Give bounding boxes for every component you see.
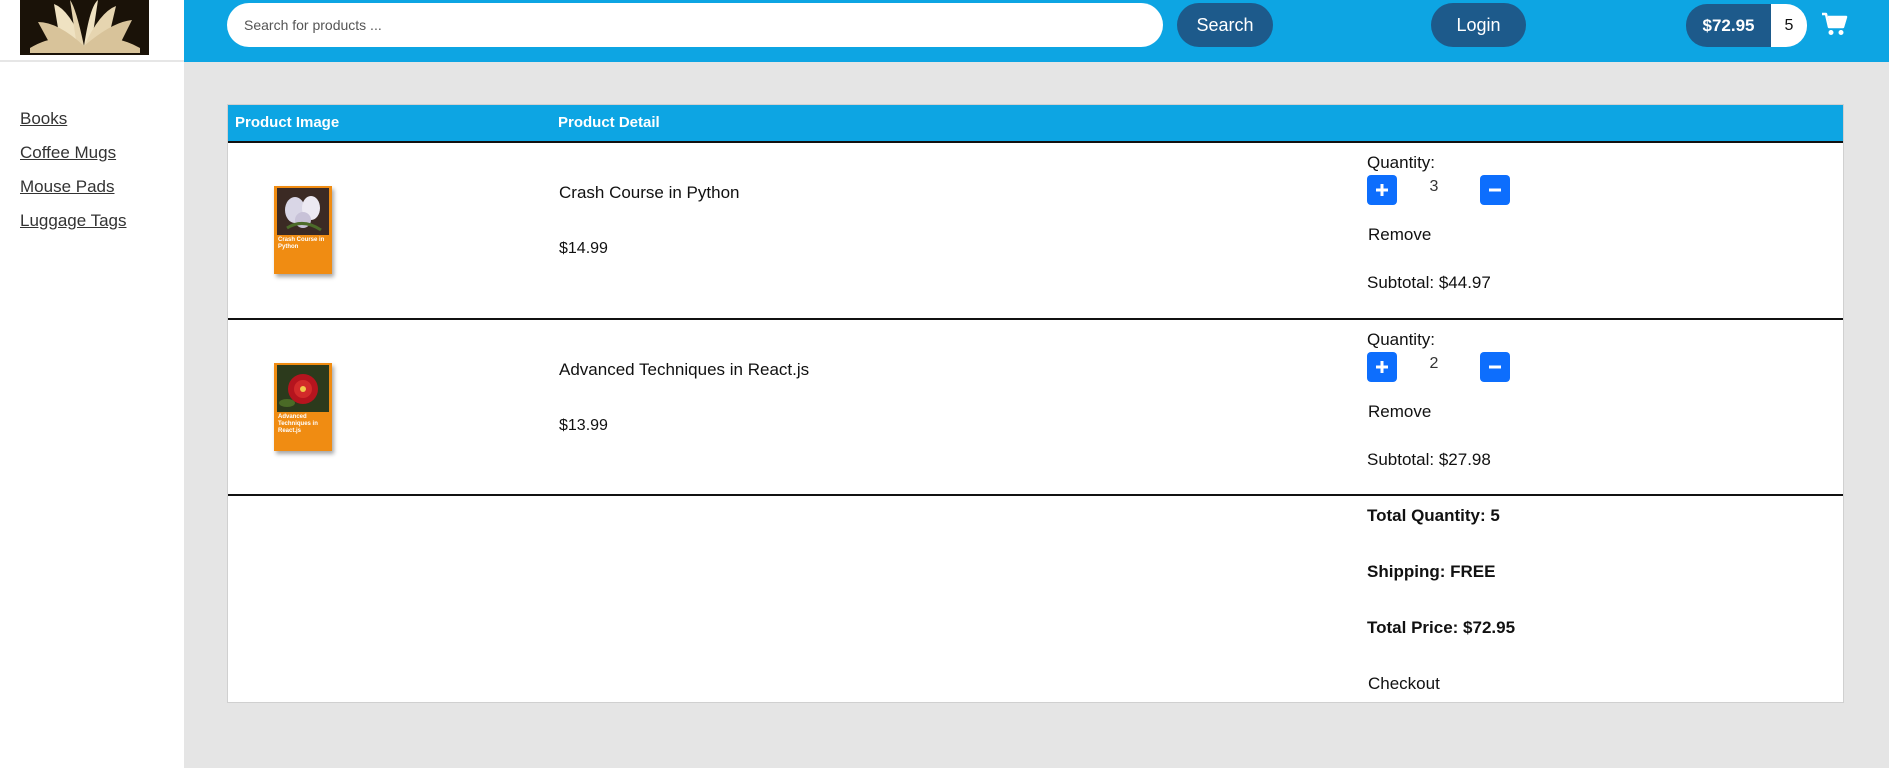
table-header: Product Image Product Detail bbox=[228, 105, 1843, 141]
item-subtotal: Subtotal: $27.98 bbox=[1367, 450, 1491, 469]
cart-count-badge[interactable]: 5 bbox=[1771, 4, 1807, 47]
shipping-info: Shipping: FREE bbox=[1367, 562, 1496, 581]
sidebar-link-books[interactable]: Books bbox=[20, 109, 67, 128]
decrease-quantity-button[interactable] bbox=[1480, 352, 1510, 382]
search-input[interactable] bbox=[227, 3, 1163, 47]
book-cover-title: Advanced Techniques in React.js bbox=[278, 414, 318, 434]
increase-quantity-button[interactable] bbox=[1367, 352, 1397, 382]
shopping-cart-icon[interactable] bbox=[1821, 11, 1849, 37]
plus-icon bbox=[1376, 361, 1388, 373]
search-button[interactable]: Search bbox=[1177, 3, 1273, 47]
sidebar-item-coffee-mugs: Coffee Mugs bbox=[0, 136, 184, 170]
decrease-quantity-button[interactable] bbox=[1480, 175, 1510, 205]
sidebar-link-luggage-tags[interactable]: Luggage Tags bbox=[20, 211, 127, 230]
cart-item-row: Advanced Techniques in React.js Advanced… bbox=[228, 318, 1843, 495]
quantity-label: Quantity: bbox=[1367, 153, 1436, 172]
sidebar-link-coffee-mugs[interactable]: Coffee Mugs bbox=[20, 143, 116, 162]
quantity-value: 3 bbox=[1429, 178, 1439, 195]
store-logo[interactable] bbox=[20, 0, 149, 55]
product-price: $14.99 bbox=[559, 240, 608, 257]
cart-totals: Total Quantity: 5 Shipping: FREE Total P… bbox=[228, 494, 1843, 704]
sidebar-item-books: Books bbox=[0, 102, 184, 136]
cart-summary[interactable]: $72.95 5 bbox=[1686, 4, 1807, 47]
column-header-product-detail: Product Detail bbox=[558, 114, 660, 131]
quantity-value: 2 bbox=[1429, 355, 1439, 372]
sidebar-item-luggage-tags: Luggage Tags bbox=[0, 204, 184, 238]
cart-table: Product Image Product Detail Crash Cours… bbox=[227, 104, 1844, 703]
item-subtotal: Subtotal: $44.97 bbox=[1367, 273, 1491, 292]
product-image[interactable]: Advanced Techniques in React.js bbox=[274, 363, 332, 451]
sidebar-link-mouse-pads[interactable]: Mouse Pads bbox=[20, 177, 115, 196]
increase-quantity-button[interactable] bbox=[1367, 175, 1397, 205]
product-name: Advanced Techniques in React.js bbox=[559, 360, 810, 379]
book-cover-title: Crash Course in Python bbox=[278, 237, 325, 250]
main-content: Product Image Product Detail Crash Cours… bbox=[184, 62, 1889, 768]
login-button[interactable]: Login bbox=[1431, 3, 1526, 47]
product-name: Crash Course in Python bbox=[559, 183, 740, 202]
cart-item-row: Crash Course in Python Crash Course in P… bbox=[228, 141, 1843, 318]
plus-icon bbox=[1376, 184, 1388, 196]
remove-item-button[interactable]: Remove bbox=[1368, 402, 1431, 422]
product-price: $13.99 bbox=[559, 417, 608, 434]
column-header-product-image: Product Image bbox=[235, 114, 340, 131]
quantity-label: Quantity: bbox=[1367, 330, 1436, 349]
cart-total-badge[interactable]: $72.95 bbox=[1686, 4, 1771, 47]
total-price: Total Price: $72.95 bbox=[1367, 618, 1516, 637]
product-image[interactable]: Crash Course in Python bbox=[274, 186, 332, 274]
sidebar-item-mouse-pads: Mouse Pads bbox=[0, 170, 184, 204]
minus-icon bbox=[1489, 365, 1501, 369]
total-quantity: Total Quantity: 5 bbox=[1367, 506, 1500, 525]
checkout-button[interactable]: Checkout bbox=[1368, 674, 1440, 694]
remove-item-button[interactable]: Remove bbox=[1368, 225, 1431, 245]
top-header: Search Login $72.95 5 bbox=[184, 0, 1889, 62]
logo-area bbox=[0, 0, 184, 62]
category-sidebar: Books Coffee Mugs Mouse Pads Luggage Tag… bbox=[0, 64, 184, 768]
minus-icon bbox=[1489, 188, 1501, 192]
